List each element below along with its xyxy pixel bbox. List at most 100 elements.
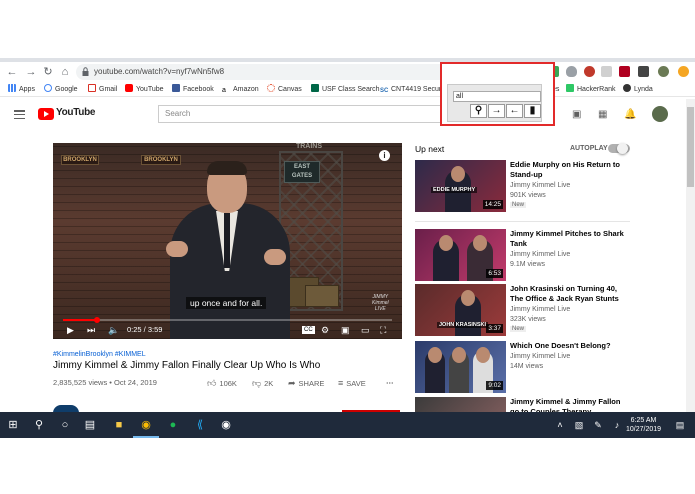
youtube-logo-icon[interactable] (38, 108, 54, 120)
windows-start-icon[interactable]: ⊞ (5, 417, 21, 433)
video-thumbnail[interactable] (415, 397, 506, 412)
pen-icon[interactable]: ✎ (590, 417, 606, 433)
trash-icon[interactable]: ▮ (524, 104, 541, 118)
update-icon[interactable] (678, 66, 689, 77)
bookmark-canvas[interactable]: Canvas (267, 84, 302, 95)
bookmark-youtube[interactable]: YouTube (125, 84, 164, 95)
extension-red-icon[interactable] (584, 66, 595, 77)
video-thumbnail[interactable]: 6:53 (415, 229, 506, 281)
save-button[interactable]: ≡ SAVE (338, 378, 366, 388)
spotify-icon[interactable]: ● (165, 417, 181, 433)
file-explorer-icon[interactable]: ■ (111, 417, 127, 433)
menu-icon[interactable] (14, 110, 25, 120)
system-clock[interactable]: 6:25 AM 10/27/2019 (626, 416, 661, 434)
bookmark-apps[interactable]: Apps (8, 84, 35, 95)
forward-icon[interactable]: → (24, 65, 38, 79)
bookmark-usf-class-search[interactable]: USF Class Search (311, 84, 380, 95)
bookmark-hackerrank[interactable]: HackerRank (566, 84, 616, 95)
lock-icon (82, 67, 89, 76)
card-title[interactable]: Which One Doesn't Belong? (510, 341, 630, 351)
thumbnail-label: EDDIE MURPHY (431, 187, 478, 193)
reload-icon[interactable]: ↻ (41, 65, 55, 79)
bookmark-label: HackerRank (577, 86, 616, 93)
info-icon[interactable]: i (379, 150, 390, 161)
up-next-card[interactable]: JOHN KRASINSKI 3:37 John Krasinski on Tu… (415, 284, 630, 336)
browser-toolbar: ← → ↻ ⌂ youtube.com/watch?v=nyf7wNn5fw8 … (0, 62, 695, 82)
card-title[interactable]: Eddie Murphy on His Return to Stand-up (510, 160, 630, 180)
card-channel[interactable]: Jimmy Kimmel Live (510, 353, 570, 360)
duration-badge: 6:53 (486, 269, 503, 278)
arrow-left-icon[interactable]: ← (506, 104, 523, 118)
card-channel[interactable]: Jimmy Kimmel Live (510, 182, 570, 189)
share-button[interactable]: ➦ SHARE (288, 378, 324, 389)
youtube-logo-text[interactable]: YouTube (56, 107, 96, 118)
volume-icon[interactable]: ♪ (609, 417, 625, 433)
github-icon[interactable]: ◉ (218, 417, 234, 433)
cortana-icon[interactable]: ○ (57, 417, 73, 433)
back-icon[interactable]: ← (5, 65, 19, 79)
notifications-bell-icon[interactable]: 🔔 (624, 109, 636, 120)
bookmark-gmail[interactable]: Gmail (88, 84, 117, 95)
card-title[interactable]: Jimmy Kimmel Pitches to Shark Tank (510, 229, 630, 249)
card-channel[interactable]: Jimmy Kimmel Live (510, 251, 570, 258)
hackerrank-icon (566, 84, 574, 92)
up-next-card[interactable]: 6:53 Jimmy Kimmel Pitches to Shark Tank … (415, 229, 630, 281)
miniplayer-icon[interactable]: ▣ (341, 324, 350, 336)
up-next-card[interactable]: Jimmy Kimmel & Jimmy Fallon go to Couple… (415, 397, 630, 412)
up-next-card[interactable]: EDDIE MURPHY 14:25 Eddie Murphy on His R… (415, 160, 630, 212)
host-hair (207, 161, 247, 175)
autoplay-toggle[interactable] (608, 143, 630, 154)
extension-pdf-icon[interactable] (619, 66, 630, 77)
create-video-icon[interactable]: ▣ (572, 109, 581, 120)
video-thumbnail[interactable]: 9:02 (415, 341, 506, 393)
search-input[interactable]: Search (158, 105, 448, 123)
more-actions-icon[interactable]: ⋯ (386, 378, 394, 387)
chrome-icon[interactable]: ◉ (138, 417, 154, 433)
fullscreen-icon[interactable]: ⛶ (380, 324, 386, 336)
notifications-icon[interactable]: ▤ (672, 417, 688, 433)
scrollbar-thumb[interactable] (687, 107, 694, 187)
bookmark-amazon[interactable]: a Amazon (222, 84, 259, 95)
like-button[interactable]: 👍︎ 106K (207, 378, 237, 389)
page-scrollbar[interactable] (686, 99, 695, 412)
arrow-right-icon[interactable]: → (488, 104, 505, 118)
profile-avatar-icon[interactable] (658, 66, 669, 77)
hashtags[interactable]: #KimmelinBrooklyn #KIMMEL (53, 351, 146, 358)
bookmark-google[interactable]: Google (44, 84, 78, 95)
find-input[interactable]: all (453, 91, 541, 102)
home-icon[interactable]: ⌂ (58, 65, 72, 79)
theater-mode-icon[interactable]: ▭ (361, 324, 370, 336)
extension-shield-icon[interactable] (566, 66, 577, 77)
account-avatar[interactable] (652, 106, 668, 122)
apps-icon[interactable]: ▦ (598, 109, 607, 120)
search-icon[interactable]: ⚲ (31, 417, 47, 433)
tie (224, 213, 230, 268)
video-thumbnail[interactable]: JOHN KRASINSKI 3:37 (415, 284, 506, 336)
settings-gear-icon[interactable]: ⚙ (321, 324, 329, 336)
volume-icon[interactable]: 🔈 (108, 324, 119, 336)
trains-sign: TRAINS (295, 143, 323, 150)
bookmark-lynda[interactable]: Lynda (623, 84, 653, 95)
card-channel[interactable]: Jimmy Kimmel Live (510, 306, 570, 313)
amazon-icon: a (222, 87, 230, 95)
card-title[interactable]: Jimmy Kimmel & Jimmy Fallon go to Couple… (510, 397, 630, 412)
network-icon[interactable]: ▧ (571, 417, 587, 433)
show-hidden-icons-icon[interactable]: ˄ (552, 417, 568, 433)
next-icon[interactable]: ⏭ (87, 324, 95, 336)
card-title[interactable]: John Krasinski on Turning 40, The Office… (510, 284, 630, 304)
captions-cc-icon[interactable]: CC (302, 326, 315, 334)
extension-gray-icon[interactable] (601, 66, 612, 77)
vscode-icon[interactable]: ⟪ (192, 417, 208, 433)
bookmark-facebook[interactable]: Facebook (172, 84, 214, 95)
play-icon[interactable]: ▶ (67, 324, 74, 336)
new-badge: New (510, 202, 527, 208)
search-icon[interactable]: ⚲ (470, 104, 487, 118)
up-next-card[interactable]: 9:02 Which One Doesn't Belong? Jimmy Kim… (415, 341, 630, 393)
progress-bar[interactable] (63, 317, 392, 323)
dislike-button[interactable]: 👎︎ 2K (252, 378, 273, 389)
video-player[interactable]: BROOKLYN BROOKLYN TRAINS EAST GATES i up… (53, 143, 402, 339)
task-view-icon[interactable]: ▤ (82, 417, 98, 433)
video-thumbnail[interactable]: EDDIE MURPHY 14:25 (415, 160, 506, 212)
thumb-face (461, 290, 475, 306)
extension-glasses-icon[interactable] (638, 66, 649, 77)
